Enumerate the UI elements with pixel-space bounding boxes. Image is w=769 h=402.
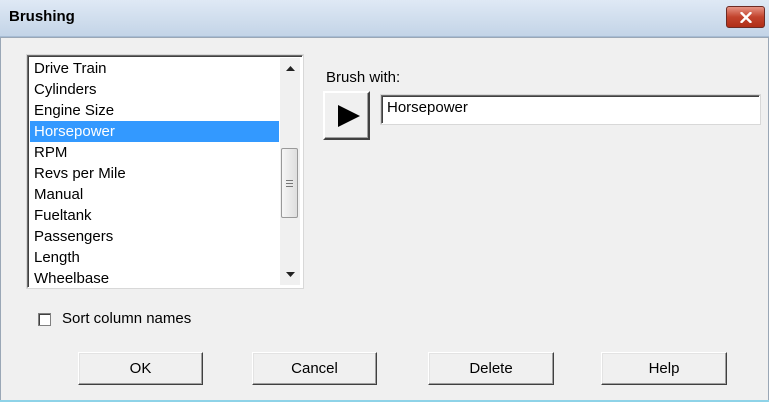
vertical-scrollbar[interactable] xyxy=(280,58,300,285)
brush-with-field[interactable]: Horsepower xyxy=(381,95,760,124)
close-icon xyxy=(739,11,752,23)
help-button[interactable]: Help xyxy=(601,352,727,385)
arrow-up-icon xyxy=(285,66,295,71)
list-item[interactable]: Engine Size xyxy=(30,100,279,121)
scroll-down-button[interactable] xyxy=(280,264,300,285)
list-item[interactable]: Horsepower xyxy=(30,121,279,142)
sort-column-names-label: Sort column names xyxy=(62,310,192,327)
delete-button[interactable]: Delete xyxy=(428,352,554,385)
list-item[interactable]: Wheelbase xyxy=(30,268,279,287)
list-item[interactable]: Passengers xyxy=(30,226,279,247)
brush-with-label: Brush with: xyxy=(326,69,401,86)
column-list: Drive Train Cylinders Engine Size Horsepowe… xyxy=(30,58,279,287)
list-item[interactable]: Drive Train xyxy=(30,58,279,79)
scroll-up-button[interactable] xyxy=(280,58,300,79)
arrow-down-icon xyxy=(285,272,295,277)
scroll-thumb[interactable] xyxy=(281,148,298,218)
grip-icon xyxy=(286,179,293,187)
close-button[interactable] xyxy=(726,6,765,28)
list-item[interactable]: Cylinders xyxy=(30,79,279,100)
cancel-button[interactable]: Cancel xyxy=(252,352,377,385)
play-icon xyxy=(337,104,360,127)
sort-column-names-checkbox[interactable] xyxy=(38,313,51,326)
title-bar: Brushing xyxy=(0,0,769,37)
ok-button[interactable]: OK xyxy=(78,352,203,385)
list-item[interactable]: Revs per Mile xyxy=(30,163,279,184)
window-title: Brushing xyxy=(9,8,75,25)
list-item[interactable]: RPM xyxy=(30,142,279,163)
column-listbox[interactable]: Drive Train Cylinders Engine Size Horsepowe… xyxy=(27,55,303,288)
list-item[interactable]: Manual xyxy=(30,184,279,205)
list-item[interactable]: Length xyxy=(30,247,279,268)
list-item[interactable]: Fueltank xyxy=(30,205,279,226)
brush-apply-button[interactable] xyxy=(323,91,370,140)
